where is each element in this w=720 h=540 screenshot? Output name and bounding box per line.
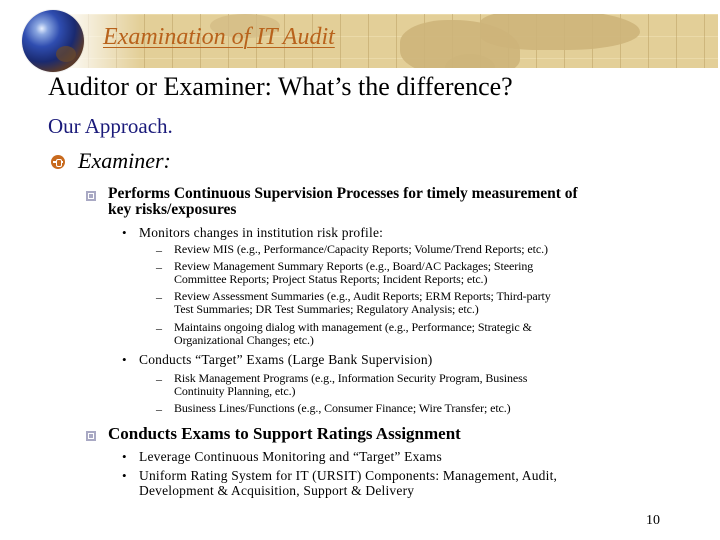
dot-bullet: •: [122, 468, 127, 483]
item-line: Review Assessment Summaries (e.g., Audit…: [174, 289, 551, 303]
square-bullet-icon: [86, 431, 96, 441]
subheading: Our Approach.: [48, 114, 173, 138]
subpoint-leverage: Leverage Continuous Monitoring and “Targ…: [139, 449, 442, 464]
dot-bullet: •: [122, 225, 127, 240]
orange-circle-bullet-icon: [51, 155, 65, 169]
dash-bullet: –: [156, 290, 162, 304]
dash-bullet: –: [156, 260, 162, 274]
dash-bullet: –: [156, 243, 162, 257]
page-number: 10: [646, 513, 660, 528]
item-line: Maintains ongoing dialog with management…: [174, 320, 532, 334]
subpoint-target-exams: Conducts “Target” Exams (Large Bank Supe…: [139, 352, 433, 367]
globe-continent: [56, 46, 76, 62]
dash-bullet: –: [156, 372, 162, 386]
dash-bullet: –: [156, 321, 162, 335]
point-2: Conducts Exams to Support Ratings Assign…: [108, 424, 461, 443]
dot-bullet: •: [122, 449, 127, 464]
item-line: Review MIS (e.g., Performance/Capacity R…: [174, 242, 548, 256]
item-business-lines: Business Lines/Functions (e.g., Consumer…: [174, 402, 644, 415]
item-review-assessment: Review Assessment Summaries (e.g., Audit…: [174, 290, 644, 315]
globe-icon: [22, 10, 84, 72]
subpoint-monitors: Monitors changes in institution risk pro…: [139, 225, 384, 240]
item-line: Business Lines/Functions (e.g., Consumer…: [174, 401, 511, 415]
item-review-management: Review Management Summary Reports (e.g.,…: [174, 260, 644, 285]
item-line: Risk Management Programs (e.g., Informat…: [174, 371, 528, 385]
slide-title: Examination of IT Audit: [103, 24, 335, 50]
point-1-line1: Performs Continuous Supervision Processe…: [108, 185, 578, 202]
subpoint-line: Uniform Rating System for IT (URSIT) Com…: [139, 468, 558, 483]
item-line: Review Management Summary Reports (e.g.,…: [174, 259, 534, 273]
item-risk-management: Risk Management Programs (e.g., Informat…: [174, 372, 644, 397]
point-1: Performs Continuous Supervision Processe…: [108, 186, 578, 218]
dot-bullet: •: [122, 352, 127, 367]
section-label: Examiner:: [78, 148, 171, 173]
item-review-mis: Review MIS (e.g., Performance/Capacity R…: [174, 243, 644, 256]
square-bullet-icon: [86, 191, 96, 201]
item-line: Continuity Planning, etc.): [174, 383, 296, 398]
item-line: Committee Reports; Project Status Report…: [174, 271, 488, 286]
dash-bullet: –: [156, 402, 162, 416]
item-maintains-dialog: Maintains ongoing dialog with management…: [174, 321, 644, 346]
page-heading: Auditor or Examiner: What’s the differen…: [48, 72, 513, 101]
point-1-line2: key risks/exposures: [108, 201, 237, 218]
map-landmass: [480, 14, 640, 50]
item-line: Organizational Changes; etc.): [174, 332, 314, 347]
subpoint-line: Development & Acquisition, Support & Del…: [139, 483, 415, 498]
subpoint-ursit: Uniform Rating System for IT (URSIT) Com…: [139, 468, 557, 498]
item-line: Test Summaries; DR Test Summaries; Regul…: [174, 301, 479, 316]
